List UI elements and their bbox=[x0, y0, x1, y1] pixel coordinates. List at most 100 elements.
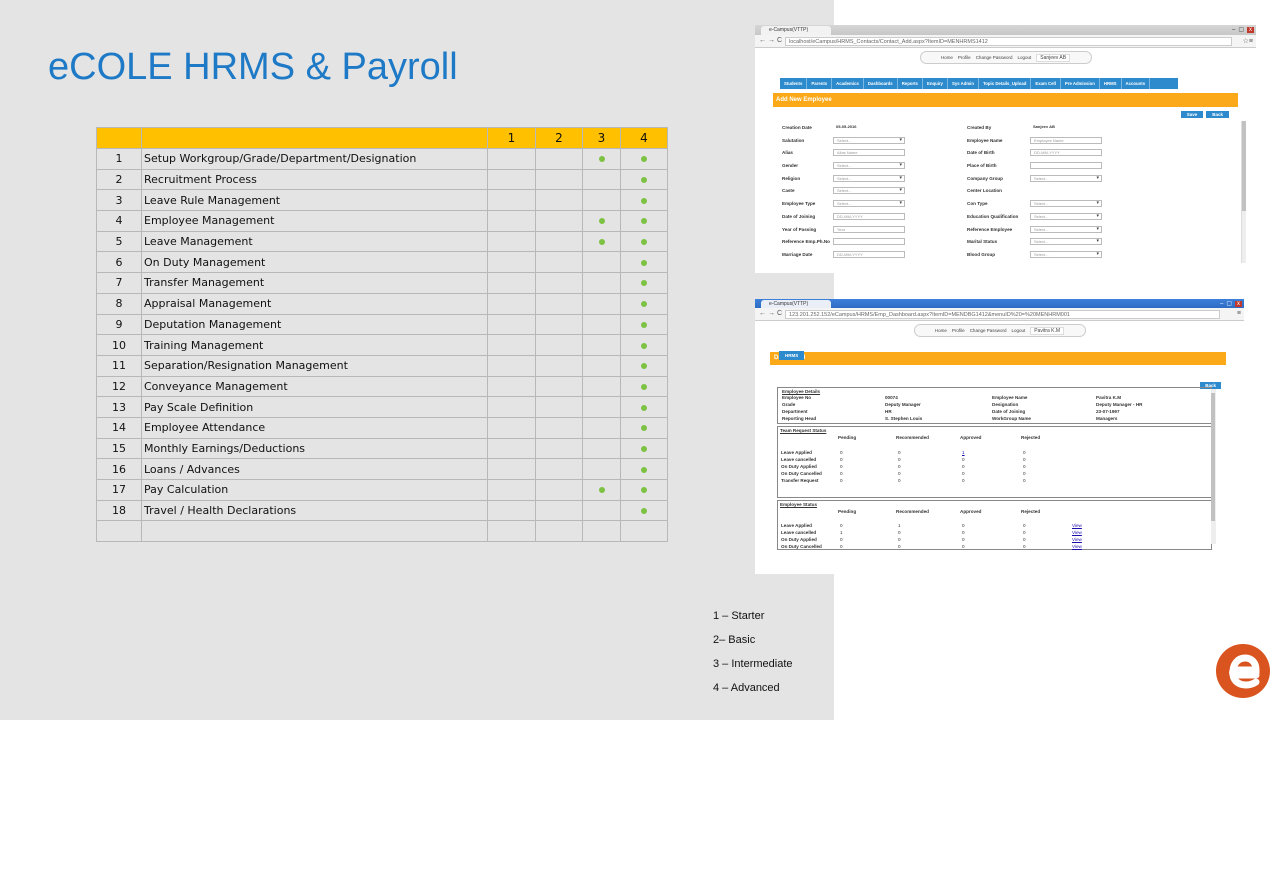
table-row: 16 Loans / Advances bbox=[96, 458, 668, 480]
row-number: 18 bbox=[96, 499, 142, 522]
view-link[interactable]: View bbox=[1072, 544, 1082, 549]
field-label: Reference Employee bbox=[967, 226, 1013, 232]
address-bar: 123.201.252.152/eCampus/HRMS/Emp_Dashboa… bbox=[785, 310, 1220, 319]
employee-status-box: Employee Status Pending Recommended Approv… bbox=[777, 500, 1212, 550]
table-row: 15 Monthly Earnings/Deductions bbox=[96, 437, 668, 460]
status-label: On Duty Applied bbox=[781, 537, 817, 542]
view-link[interactable]: View bbox=[1072, 523, 1082, 528]
top-link: Logout bbox=[1017, 55, 1032, 60]
section-heading: Employee Status bbox=[780, 502, 818, 507]
level-cell bbox=[535, 168, 583, 191]
row-number bbox=[96, 520, 142, 543]
table-row: 6 On Duty Management bbox=[96, 251, 668, 274]
row-number: 10 bbox=[96, 334, 142, 356]
top-link: Change Password bbox=[969, 328, 1007, 333]
level-dot-icon bbox=[641, 383, 647, 390]
level-dot-icon bbox=[641, 259, 647, 266]
top-link: Home bbox=[934, 328, 947, 333]
module-name: Setup Workgroup/Grade/Department/Designa… bbox=[141, 148, 488, 170]
level-cell bbox=[582, 479, 621, 501]
level-cell bbox=[535, 189, 583, 212]
main-navbar: Students Parents Academics Dashboards Report… bbox=[780, 78, 1178, 89]
header-cell: 3 bbox=[582, 127, 621, 149]
nav-item: Parents bbox=[807, 78, 833, 89]
save-button: Save bbox=[1180, 111, 1204, 118]
level-cell bbox=[535, 334, 583, 356]
form-row: Alias Alias Name Date of Birth DD-MM-YYYY bbox=[782, 147, 1222, 160]
level-cell bbox=[535, 292, 583, 315]
table-row: 4 Employee Management bbox=[96, 210, 668, 232]
level-cell bbox=[582, 251, 621, 274]
level-cell bbox=[487, 313, 536, 336]
status-label: On Duty Applied bbox=[781, 464, 817, 469]
level-cell bbox=[582, 396, 621, 418]
detail-value: HR bbox=[885, 409, 892, 414]
status-value: 1 bbox=[898, 523, 901, 528]
table-row: 9 Deputation Management bbox=[96, 313, 668, 336]
level-dot-icon bbox=[598, 487, 605, 494]
feature-table: 1 2 3 4 1 Setup Workgroup/Grade/Departmen… bbox=[96, 127, 668, 543]
status-value: 0 bbox=[898, 478, 901, 483]
status-value: 0 bbox=[898, 457, 901, 462]
star-icon: ☆≡ bbox=[1242, 38, 1253, 45]
form-row: Date of Joining DD-MM-YYYY Education Quali… bbox=[782, 211, 1222, 224]
module-name: Monthly Earnings/Deductions bbox=[141, 437, 488, 460]
level-cell bbox=[582, 189, 621, 212]
section-heading: Employee Details bbox=[782, 389, 821, 394]
field-value: Select... bbox=[1030, 174, 1102, 182]
view-link[interactable]: View bbox=[1072, 537, 1082, 542]
detail-label: Employee No bbox=[782, 395, 812, 400]
field-label: Salutation bbox=[782, 137, 805, 143]
section-title: Dashboard bbox=[770, 352, 1226, 365]
level-cell bbox=[620, 168, 668, 191]
detail-value: Deputy Manager - HR bbox=[1096, 402, 1143, 407]
table-row: 1 Setup Workgroup/Grade/Department/Design… bbox=[96, 148, 668, 170]
status-label: Leave Applied bbox=[781, 523, 812, 528]
field-value: Select... bbox=[1030, 225, 1102, 233]
field-value: Select... bbox=[1030, 250, 1102, 258]
level-cell bbox=[535, 479, 583, 501]
status-value: 0 bbox=[1023, 478, 1026, 483]
nav-item: Dashboards bbox=[864, 78, 898, 89]
status-label: Leave Applied bbox=[781, 450, 812, 455]
detail-value: Managers bbox=[1096, 416, 1118, 421]
level-cell bbox=[620, 479, 668, 501]
form-row: Gender Select... Place of Birth bbox=[782, 160, 1222, 173]
status-value[interactable]: 1 bbox=[962, 450, 965, 455]
status-value: 0 bbox=[962, 530, 965, 535]
level-dot-icon bbox=[641, 342, 647, 349]
level-dot-icon bbox=[641, 280, 647, 287]
legend-item: 4 – Advanced bbox=[713, 682, 780, 694]
status-value: 0 bbox=[1023, 471, 1026, 476]
level-cell bbox=[535, 272, 583, 294]
level-cell bbox=[620, 292, 668, 315]
view-link[interactable]: View bbox=[1072, 530, 1082, 535]
status-value: 0 bbox=[1023, 450, 1026, 455]
section-title: Add New Employee bbox=[773, 93, 1238, 107]
status-value: 0 bbox=[898, 471, 901, 476]
module-name: Employee Management bbox=[141, 210, 488, 232]
top-links: Home Profile Change Password Logout Sanj… bbox=[919, 51, 1092, 64]
column-header: Approved bbox=[960, 435, 982, 440]
status-value: 0 bbox=[1023, 523, 1026, 528]
detail-label: Reporting Head bbox=[782, 416, 817, 421]
field-value: Select... bbox=[1030, 238, 1102, 246]
level-cell bbox=[535, 520, 583, 543]
level-cell bbox=[487, 334, 536, 356]
nav-item: Exam Cell bbox=[1031, 78, 1061, 89]
status-label: Transfer Request bbox=[781, 478, 819, 483]
status-value: 0 bbox=[962, 523, 965, 528]
level-cell bbox=[487, 272, 536, 294]
field-label: Blood Group bbox=[967, 251, 996, 257]
column-header: Recommended bbox=[896, 509, 929, 514]
module-name: On Duty Management bbox=[141, 251, 488, 274]
level-cell bbox=[582, 437, 621, 460]
detail-value: Deputy Manager bbox=[885, 402, 921, 407]
level-dot-icon bbox=[641, 218, 647, 225]
field-value: Select... bbox=[833, 187, 905, 195]
field-label: Reference Emp.Ph.No bbox=[782, 239, 830, 245]
user-name: Sanjeev AB bbox=[1036, 53, 1071, 62]
employee-form: Creation Date 05-05-2016 Created By Sanjeev… bbox=[782, 122, 1222, 262]
table-header-row: 1 2 3 4 bbox=[96, 127, 668, 149]
top-link: Home bbox=[940, 55, 953, 60]
